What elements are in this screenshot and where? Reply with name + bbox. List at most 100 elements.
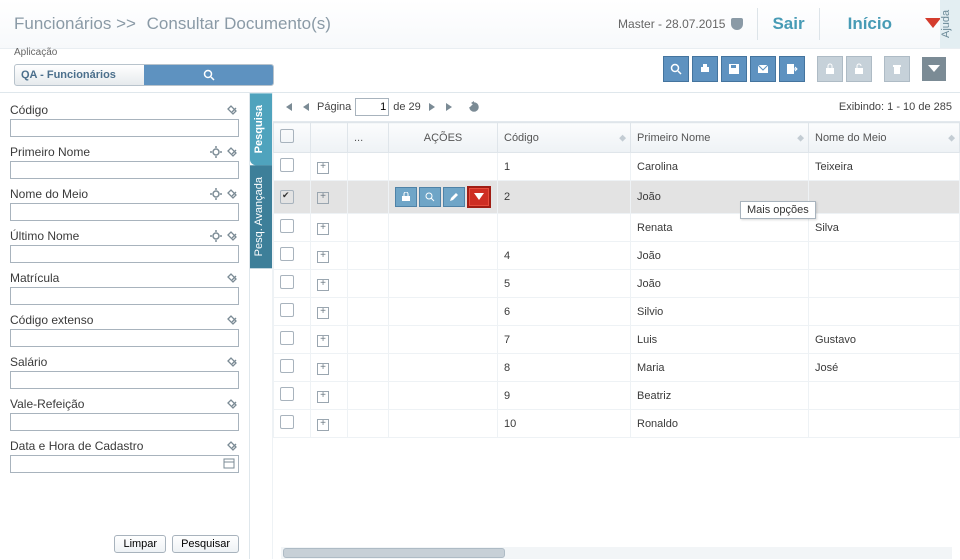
row-checkbox[interactable] [280, 387, 294, 401]
clear-field-icon[interactable] [225, 187, 239, 201]
next-page-button[interactable] [425, 100, 439, 114]
filter-input[interactable] [10, 161, 239, 179]
expand-row-button[interactable]: + [317, 223, 329, 235]
row-checkbox[interactable] [280, 359, 294, 373]
filter-field: Primeiro Nome [10, 143, 239, 179]
table-row[interactable]: +RenataSilva [274, 214, 960, 242]
toolbar-print-button[interactable] [692, 56, 718, 82]
cell-primeiro-nome: João [631, 270, 809, 298]
filter-field: Vale-Refeição [10, 395, 239, 431]
expand-row-button[interactable]: + [317, 391, 329, 403]
clear-field-icon[interactable] [225, 145, 239, 159]
row-checkbox[interactable] [280, 158, 294, 172]
gear-icon[interactable] [209, 187, 223, 201]
col-primeiro-nome[interactable]: Primeiro Nome◆ [631, 123, 809, 153]
expand-row-button[interactable]: + [317, 251, 329, 263]
filters-panel: CódigoPrimeiro NomeNome do MeioÚltimo No… [0, 93, 250, 559]
row-view-button[interactable] [419, 187, 441, 207]
col-codigo[interactable]: Código◆ [498, 123, 631, 153]
gear-icon[interactable] [209, 145, 223, 159]
expand-row-button[interactable]: + [317, 335, 329, 347]
table-row[interactable]: +6Silvio [274, 298, 960, 326]
toolbar-delete-button[interactable] [884, 56, 910, 82]
user-icon [731, 18, 743, 30]
row-checkbox[interactable] [280, 219, 294, 233]
row-lock-button[interactable] [395, 187, 417, 207]
col-nome-meio[interactable]: Nome do Meio◆ [809, 123, 960, 153]
help-tab[interactable]: Ajuda [940, 0, 960, 48]
clear-field-icon[interactable] [225, 439, 239, 453]
application-selector[interactable]: QA - Funcionários [14, 64, 274, 86]
table-row[interactable]: +7LuisGustavo [274, 326, 960, 354]
row-checkbox[interactable] [280, 303, 294, 317]
toolbar-export-button[interactable] [779, 56, 805, 82]
results-grid: Página de 29 Exibindo: 1 - 10 de 285 ...… [272, 93, 960, 559]
clear-field-icon[interactable] [225, 397, 239, 411]
tab-search-basic[interactable]: Pesquisa [250, 93, 272, 165]
row-edit-button[interactable] [443, 187, 465, 207]
toolbar-more-button[interactable] [922, 57, 946, 81]
filter-input[interactable] [10, 413, 239, 431]
filter-input[interactable] [10, 245, 239, 263]
expand-row-button[interactable]: + [317, 419, 329, 431]
toolbar-unlock-button[interactable] [846, 56, 872, 82]
clear-field-icon[interactable] [225, 271, 239, 285]
prev-page-button[interactable] [299, 100, 313, 114]
table-row[interactable]: +2João [274, 181, 960, 214]
row-checkbox[interactable] [280, 247, 294, 261]
table-row[interactable]: +9Beatriz [274, 382, 960, 410]
filter-input[interactable] [10, 203, 239, 221]
search-button[interactable]: Pesquisar [172, 535, 239, 553]
toolbar-email-button[interactable] [750, 56, 776, 82]
page-label: Página [317, 101, 351, 113]
chevron-down-icon [928, 65, 940, 73]
col-select-all[interactable] [274, 123, 311, 153]
row-checkbox[interactable] [280, 331, 294, 345]
col-ellipsis[interactable]: ... [348, 123, 389, 153]
expand-row-button[interactable]: + [317, 192, 329, 204]
table-row[interactable]: +5João [274, 270, 960, 298]
home-button[interactable]: Início [834, 8, 906, 40]
search-icon [203, 69, 215, 81]
row-checkbox[interactable] [280, 275, 294, 289]
refresh-button[interactable] [467, 100, 481, 114]
expand-row-button[interactable]: + [317, 307, 329, 319]
clear-field-icon[interactable] [225, 103, 239, 117]
filter-input[interactable] [10, 119, 239, 137]
filter-input[interactable] [10, 287, 239, 305]
application-search-button[interactable] [144, 65, 273, 85]
cell-codigo: 6 [498, 298, 631, 326]
expand-row-button[interactable]: + [317, 279, 329, 291]
table-row[interactable]: +1CarolinaTeixeira [274, 153, 960, 181]
first-page-button[interactable] [281, 100, 295, 114]
table-row[interactable]: +4João [274, 242, 960, 270]
toolbar-save-button[interactable] [721, 56, 747, 82]
expand-row-button[interactable]: + [317, 162, 329, 174]
grid-toolbar [663, 56, 946, 82]
page-input[interactable] [355, 98, 389, 116]
horizontal-scrollbar[interactable] [281, 547, 952, 559]
toolbar-search-button[interactable] [663, 56, 689, 82]
toolbar-lock-button[interactable] [817, 56, 843, 82]
gear-icon[interactable] [209, 229, 223, 243]
filter-input[interactable] [10, 371, 239, 389]
clear-filters-button[interactable]: Limpar [114, 535, 166, 553]
filter-input[interactable] [10, 329, 239, 347]
table-row[interactable]: +10Ronaldo [274, 410, 960, 438]
clear-field-icon[interactable] [225, 229, 239, 243]
last-page-button[interactable] [443, 100, 457, 114]
table-row[interactable]: +8MariaJosé [274, 354, 960, 382]
expand-row-button[interactable]: + [317, 363, 329, 375]
clear-field-icon[interactable] [225, 313, 239, 327]
mail-icon [757, 63, 769, 75]
row-checkbox[interactable] [280, 415, 294, 429]
clear-field-icon[interactable] [225, 355, 239, 369]
cell-nome-meio: José [809, 354, 960, 382]
tab-search-advanced[interactable]: Pesq. Avançada [250, 165, 272, 268]
row-checkbox[interactable] [280, 190, 294, 204]
exit-button[interactable]: Sair [757, 8, 819, 40]
calendar-icon[interactable] [223, 457, 237, 471]
filter-input[interactable] [10, 455, 239, 473]
row-more-button[interactable] [467, 186, 491, 208]
search-icon [670, 63, 682, 75]
